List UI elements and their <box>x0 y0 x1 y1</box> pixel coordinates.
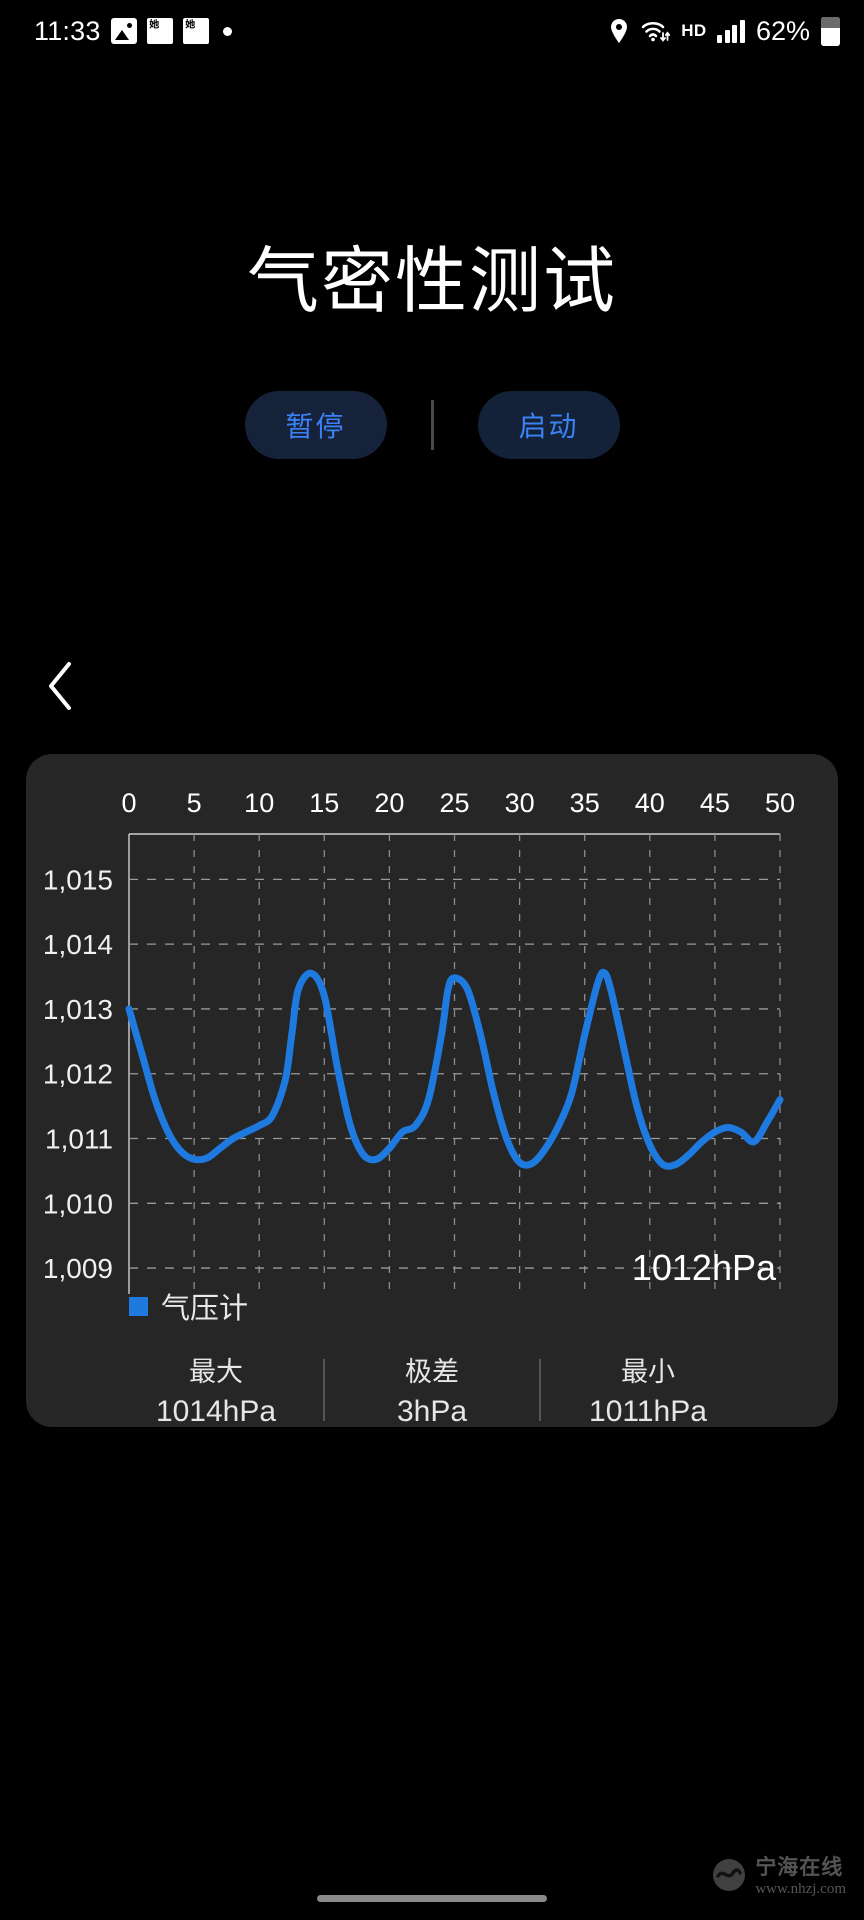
chevron-left-icon <box>49 662 71 710</box>
svg-text:1,013: 1,013 <box>43 994 113 1025</box>
svg-text:1,011: 1,011 <box>45 1124 113 1155</box>
watermark-logo-icon <box>713 1858 746 1891</box>
svg-text:1,015: 1,015 <box>43 864 113 895</box>
svg-text:20: 20 <box>374 788 404 818</box>
status-time: 11:33 <box>34 15 101 46</box>
stat-min: 最小 1011hPa <box>541 1350 755 1429</box>
svg-text:50: 50 <box>765 788 795 818</box>
control-divider <box>430 400 434 450</box>
svg-text:1,012: 1,012 <box>43 1059 113 1090</box>
page-title: 气密性测试 <box>246 242 617 322</box>
battery-icon <box>821 16 840 46</box>
app-icon-2-label: 她 <box>184 19 195 31</box>
legend-label-barometer: 气压计 <box>161 1293 249 1325</box>
stat-min-value: 1011hPa <box>589 1395 707 1428</box>
stat-max-value: 1014hPa <box>155 1395 277 1428</box>
svg-text:35: 35 <box>570 788 600 818</box>
chart-legend: 气压计 <box>129 1285 248 1327</box>
stats-row: 最大 1014hPa 极差 3hPa 最小 1011hPa <box>26 1350 838 1429</box>
svg-text:25: 25 <box>439 788 469 818</box>
watermark-text: 宁海在线 www.nhzj.com <box>755 1851 846 1898</box>
legend-swatch-barometer <box>129 1296 148 1316</box>
back-button[interactable] <box>30 655 92 717</box>
battery-percent-label: 62% <box>755 15 810 46</box>
svg-text:0: 0 <box>121 788 136 818</box>
pause-button[interactable]: 暂停 <box>244 391 387 459</box>
home-indicator[interactable] <box>317 1895 547 1902</box>
stat-range-label: 极差 <box>405 1357 459 1387</box>
app-icon-1: 她 <box>146 18 173 44</box>
stat-max: 最大 1014hPa <box>109 1350 323 1429</box>
hd-icon: HD <box>681 21 707 40</box>
svg-text:30: 30 <box>505 788 535 818</box>
location-pin-icon <box>611 19 628 43</box>
control-bar: 暂停 启动 <box>0 391 864 459</box>
stat-range-value: 3hPa <box>396 1395 468 1428</box>
watermark-url: www.nhzj.com <box>755 1881 846 1897</box>
chart-card: 0 5 10 15 20 25 30 35 40 45 50 1,015 1,014 1,013 1,012… <box>26 754 838 1429</box>
app-icon-2: 她 <box>182 18 209 44</box>
stat-range: 极差 3hPa <box>325 1350 539 1429</box>
svg-text:1,010: 1,010 <box>43 1188 113 1219</box>
chart-plot-area[interactable]: 0 5 10 15 20 25 30 35 40 45 50 1,015 1,014 1,013 1,012… <box>26 754 838 1314</box>
dot-indicator-icon <box>222 26 232 36</box>
svg-text:45: 45 <box>700 788 730 818</box>
wifi-icon <box>641 21 671 42</box>
stat-max-label: 最大 <box>189 1357 243 1387</box>
pressure-line-chart: 0 5 10 15 20 25 30 35 40 45 50 1,015 1,014 1,013 1,012… <box>43 788 795 1294</box>
svg-text:1,014: 1,014 <box>43 929 113 960</box>
start-button[interactable]: 启动 <box>477 391 620 459</box>
stat-min-label: 最小 <box>621 1357 675 1387</box>
svg-text:15: 15 <box>309 788 339 818</box>
svg-text:5: 5 <box>187 788 202 818</box>
status-bar-right: HD 62% <box>609 16 840 47</box>
phone-screen: 11:33 她 她 HD 62% 气密性测试 暂停 启动 0 5 10 15 2… <box>0 0 864 1920</box>
status-bar-left: 11:33 她 她 <box>34 16 232 47</box>
photo-icon <box>110 18 137 44</box>
watermark-name: 宁海在线 <box>755 1856 844 1879</box>
status-bar: 11:33 她 她 HD 62% <box>0 0 864 62</box>
svg-text:10: 10 <box>244 788 274 818</box>
signal-icon <box>717 19 745 43</box>
svg-text:40: 40 <box>635 788 665 818</box>
watermark: 宁海在线 www.nhzj.com <box>711 1851 846 1898</box>
svg-text:1012hPa: 1012hPa <box>632 1247 777 1288</box>
svg-text:1,009: 1,009 <box>43 1253 113 1284</box>
app-icon-1-label: 她 <box>148 19 159 31</box>
